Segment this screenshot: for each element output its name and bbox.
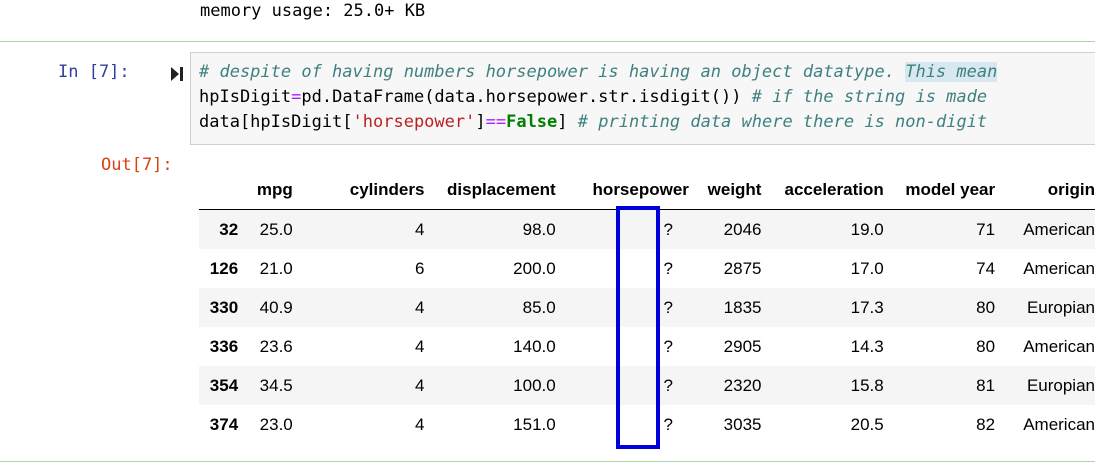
displacement-cell: 140.0	[513, 336, 556, 356]
column-header-origin: origin	[995, 171, 1095, 210]
column-header-acceleration: acceleration	[761, 171, 884, 210]
code-comment: # despite of having numbers horsepower i…	[199, 62, 906, 82]
origin-cell: American	[1023, 258, 1095, 278]
model-year-cell: 74	[976, 258, 996, 278]
cell-divider	[0, 41, 1095, 42]
cylinders-cell: 6	[414, 258, 425, 278]
origin-cell: American	[1023, 219, 1095, 239]
displacement-cell: 200.0	[513, 258, 556, 278]
column-header-cylinders: cylinders	[292, 171, 425, 210]
code-text: ]	[475, 112, 486, 132]
origin-cell: Europian	[1026, 375, 1095, 395]
table-header-row: mpg cylinders displacement horsepower we…	[199, 171, 1095, 210]
code-operator: =	[291, 87, 302, 107]
code-operator: ==	[485, 112, 507, 132]
column-header-model-year: model year	[883, 171, 996, 210]
displacement-cell: 85.0	[522, 297, 556, 317]
code-text: hpIsDigit	[199, 87, 292, 107]
cylinders-cell: 4	[414, 336, 425, 356]
column-header-mpg: mpg	[238, 171, 293, 210]
mpg-cell: 23.0	[259, 414, 293, 434]
column-header-horsepower: horsepower	[555, 171, 689, 210]
column-header-displacement: displacement	[424, 171, 556, 210]
code-text: pd.DataFrame(data.horsepower.str.isdigit…	[301, 87, 752, 107]
model-year-cell: 71	[976, 219, 996, 239]
column-header-index	[199, 171, 239, 210]
acceleration-cell: 20.5	[850, 414, 884, 434]
weight-cell: 2875	[723, 258, 762, 278]
displacement-cell: 151.0	[513, 414, 556, 434]
code-editor[interactable]: # despite of having numbers horsepower i…	[190, 52, 1095, 145]
mpg-cell: 23.6	[259, 336, 293, 356]
mpg-cell: 21.0	[259, 258, 293, 278]
weight-cell: 1835	[723, 297, 762, 317]
cylinders-cell: 4	[414, 375, 425, 395]
cylinders-cell: 4	[414, 297, 425, 317]
origin-cell: American	[1023, 336, 1095, 356]
model-year-cell: 80	[976, 297, 996, 317]
code-text: ]	[557, 112, 578, 132]
acceleration-cell: 15.8	[850, 375, 884, 395]
cell-divider	[0, 461, 1095, 462]
mpg-cell: 34.5	[259, 375, 293, 395]
model-year-cell: 81	[976, 375, 996, 395]
weight-cell: 2046	[723, 219, 762, 239]
acceleration-cell: 17.3	[850, 297, 884, 317]
row-index: 32	[219, 219, 239, 239]
row-index: 354	[209, 375, 239, 395]
code-line-3: data[hpIsDigit['horsepower']==False] # p…	[199, 112, 987, 132]
row-index: 126	[209, 258, 239, 278]
column-header-weight: weight	[688, 171, 762, 210]
row-index: 336	[209, 336, 239, 356]
row-index: 330	[209, 297, 239, 317]
weight-cell: 2905	[723, 336, 762, 356]
acceleration-cell: 19.0	[850, 219, 884, 239]
code-comment: # printing data where there is non-digit	[577, 112, 988, 132]
displacement-cell: 100.0	[513, 375, 556, 395]
displacement-cell: 98.0	[522, 219, 556, 239]
input-prompt: In [7]:	[58, 62, 130, 82]
code-comment: # if the string is made	[751, 87, 988, 107]
cylinders-cell: 4	[414, 414, 425, 434]
cylinders-cell: 4	[414, 219, 425, 239]
code-string: 'horsepower'	[352, 112, 476, 132]
horsepower-highlight-box	[616, 206, 660, 449]
origin-cell: Europian	[1026, 297, 1095, 317]
code-selection: This mean	[905, 62, 998, 82]
acceleration-cell: 14.3	[850, 336, 884, 356]
mpg-cell: 40.9	[259, 297, 293, 317]
origin-cell: American	[1023, 414, 1095, 434]
run-cell-icon[interactable]	[170, 66, 184, 82]
acceleration-cell: 17.0	[850, 258, 884, 278]
model-year-cell: 80	[976, 336, 996, 356]
code-keyword: False	[506, 112, 558, 132]
weight-cell: 2320	[723, 375, 762, 395]
code-line-2: hpIsDigit=pd.DataFrame(data.horsepower.s…	[199, 87, 987, 107]
memory-usage-text: memory usage: 25.0+ KB	[200, 1, 426, 21]
code-line-1: # despite of having numbers horsepower i…	[199, 62, 998, 82]
mpg-cell: 25.0	[259, 219, 293, 239]
weight-cell: 3035	[723, 414, 762, 434]
row-index: 374	[209, 414, 239, 434]
model-year-cell: 82	[976, 414, 996, 434]
output-prompt: Out[7]:	[101, 155, 173, 175]
code-text: data[hpIsDigit[	[199, 112, 353, 132]
